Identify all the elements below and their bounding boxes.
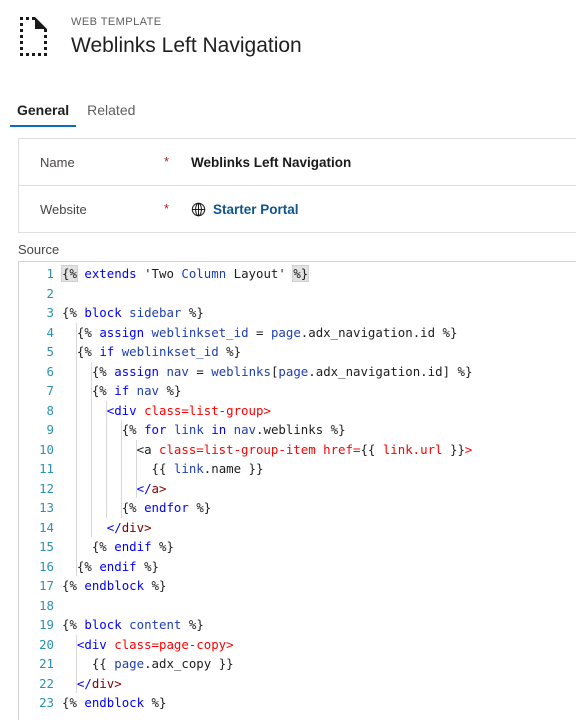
line-number: 11 <box>39 461 54 476</box>
code-line[interactable]: 14 </div> <box>19 518 576 538</box>
code-lines: 1 {% extends 'Two Column Layout' %} 2 3 {% b… <box>19 264 576 713</box>
page-title: Weblinks Left Navigation <box>71 34 302 57</box>
line-number: 16 <box>39 558 54 574</box>
tab-general[interactable]: General <box>8 101 78 127</box>
code-line[interactable]: 1 {% extends 'Two Column Layout' %} <box>19 264 576 284</box>
code-text[interactable]: {% block content %} <box>61 615 576 635</box>
code-text[interactable]: {% for link in nav.weblinks %} <box>61 420 576 440</box>
source-code-editor[interactable]: 1 {% extends 'Two Column Layout' %} 2 3 {% b… <box>18 261 576 720</box>
form-tabs: General Related <box>0 93 576 127</box>
code-text[interactable]: {% endblock %} <box>61 576 576 596</box>
code-text[interactable]: {% endif %} <box>61 557 576 577</box>
line-number: 17 <box>39 578 54 593</box>
code-text[interactable]: {% endfor %} <box>61 498 576 518</box>
line-number: 12 <box>39 480 54 496</box>
code-text[interactable]: {{ link.name }} <box>61 459 576 479</box>
code-text[interactable]: {{ page.adx_copy }} <box>61 654 576 674</box>
line-number: 2 <box>46 285 54 301</box>
website-required-indicator: * <box>164 201 170 216</box>
record-header: WEB TEMPLATE Weblinks Left Navigation <box>0 0 576 62</box>
code-text[interactable]: <div class=page-copy> <box>61 635 576 655</box>
code-text[interactable]: <a class=list-group-item href={{ link.ur… <box>61 440 576 460</box>
line-number: 3 <box>46 305 54 320</box>
code-line[interactable]: 5 {% if weblinkset_id %} <box>19 342 576 362</box>
line-number: 5 <box>46 344 54 359</box>
line-number: 14 <box>39 519 54 535</box>
code-line[interactable]: 12 </a> <box>19 479 576 499</box>
line-number: 20 <box>39 636 54 652</box>
code-line[interactable]: 15 {% endif %} <box>19 537 576 557</box>
general-form-card: Name * Weblinks Left Navigation Website … <box>18 138 576 233</box>
code-line[interactable]: 16 {% endif %} <box>19 557 576 577</box>
code-line[interactable]: 17 {% endblock %} <box>19 576 576 596</box>
globe-icon <box>191 202 206 217</box>
code-text[interactable] <box>61 284 576 304</box>
code-text[interactable]: </div> <box>61 674 576 694</box>
line-number: 22 <box>39 675 54 691</box>
code-line[interactable]: 22 </div> <box>19 674 576 694</box>
line-number: 15 <box>39 539 54 554</box>
name-required-indicator: * <box>164 154 170 169</box>
code-line[interactable]: 8 <div class=list-group> <box>19 401 576 421</box>
source-field-label: Source <box>18 242 60 257</box>
code-line[interactable]: 19 {% block content %} <box>19 615 576 635</box>
line-number: 23 <box>39 695 54 710</box>
code-line[interactable]: 9 {% for link in nav.weblinks %} <box>19 420 576 440</box>
web-template-document-icon <box>19 16 53 58</box>
code-line[interactable]: 3 {% block sidebar %} <box>19 303 576 323</box>
tab-related[interactable]: Related <box>78 101 144 127</box>
code-line[interactable]: 11 {{ link.name }} <box>19 459 576 479</box>
website-lookup-value[interactable]: Starter Portal <box>191 202 299 217</box>
code-text[interactable]: </div> <box>61 518 576 538</box>
code-text[interactable]: {% if nav %} <box>61 381 576 401</box>
line-number: 9 <box>46 422 54 437</box>
entity-type-label: WEB TEMPLATE <box>71 16 162 28</box>
code-line[interactable]: 10 <a class=list-group-item href={{ link… <box>19 440 576 460</box>
name-field-value[interactable]: Weblinks Left Navigation <box>191 155 351 170</box>
code-text[interactable] <box>61 596 576 616</box>
line-number: 10 <box>39 441 54 457</box>
code-text[interactable]: {% if weblinkset_id %} <box>61 342 576 362</box>
line-number: 4 <box>46 324 54 340</box>
code-line[interactable]: 7 {% if nav %} <box>19 381 576 401</box>
code-line[interactable]: 6 {% assign nav = weblinks[page.adx_navi… <box>19 362 576 382</box>
code-text[interactable]: {% endif %} <box>61 537 576 557</box>
line-number: 6 <box>46 363 54 379</box>
line-number: 18 <box>39 597 54 613</box>
code-text[interactable]: {% endblock %} <box>61 693 576 713</box>
code-text[interactable]: {% extends 'Two Column Layout' %} <box>61 264 576 284</box>
line-number: 13 <box>39 500 54 515</box>
line-number: 7 <box>46 383 54 398</box>
website-lookup-label: Starter Portal <box>213 201 299 217</box>
code-text[interactable]: {% assign nav = weblinks[page.adx_naviga… <box>61 362 576 382</box>
form-row-website: Website * Starter Portal <box>19 186 576 233</box>
code-text[interactable]: <div class=list-group> <box>61 401 576 421</box>
name-field-label: Name <box>40 154 75 170</box>
code-line[interactable]: 13 {% endfor %} <box>19 498 576 518</box>
code-line[interactable]: 20 <div class=page-copy> <box>19 635 576 655</box>
code-line[interactable]: 2 <box>19 284 576 304</box>
line-number: 21 <box>39 656 54 671</box>
code-text[interactable]: </a> <box>61 479 576 499</box>
code-line[interactable]: 4 {% assign weblinkset_id = page.adx_nav… <box>19 323 576 343</box>
header-text-block: WEB TEMPLATE Weblinks Left Navigation <box>71 15 302 60</box>
code-text[interactable]: {% assign weblinkset_id = page.adx_navig… <box>61 323 576 343</box>
website-field-label: Website <box>40 201 87 217</box>
code-text[interactable]: {% block sidebar %} <box>61 303 576 323</box>
line-number: 8 <box>46 402 54 418</box>
code-line[interactable]: 21 {{ page.adx_copy }} <box>19 654 576 674</box>
form-row-name: Name * Weblinks Left Navigation <box>19 139 576 186</box>
line-number: 19 <box>39 617 54 632</box>
line-number: 1 <box>46 266 54 281</box>
code-line[interactable]: 23 {% endblock %} <box>19 693 576 713</box>
code-line[interactable]: 18 <box>19 596 576 616</box>
